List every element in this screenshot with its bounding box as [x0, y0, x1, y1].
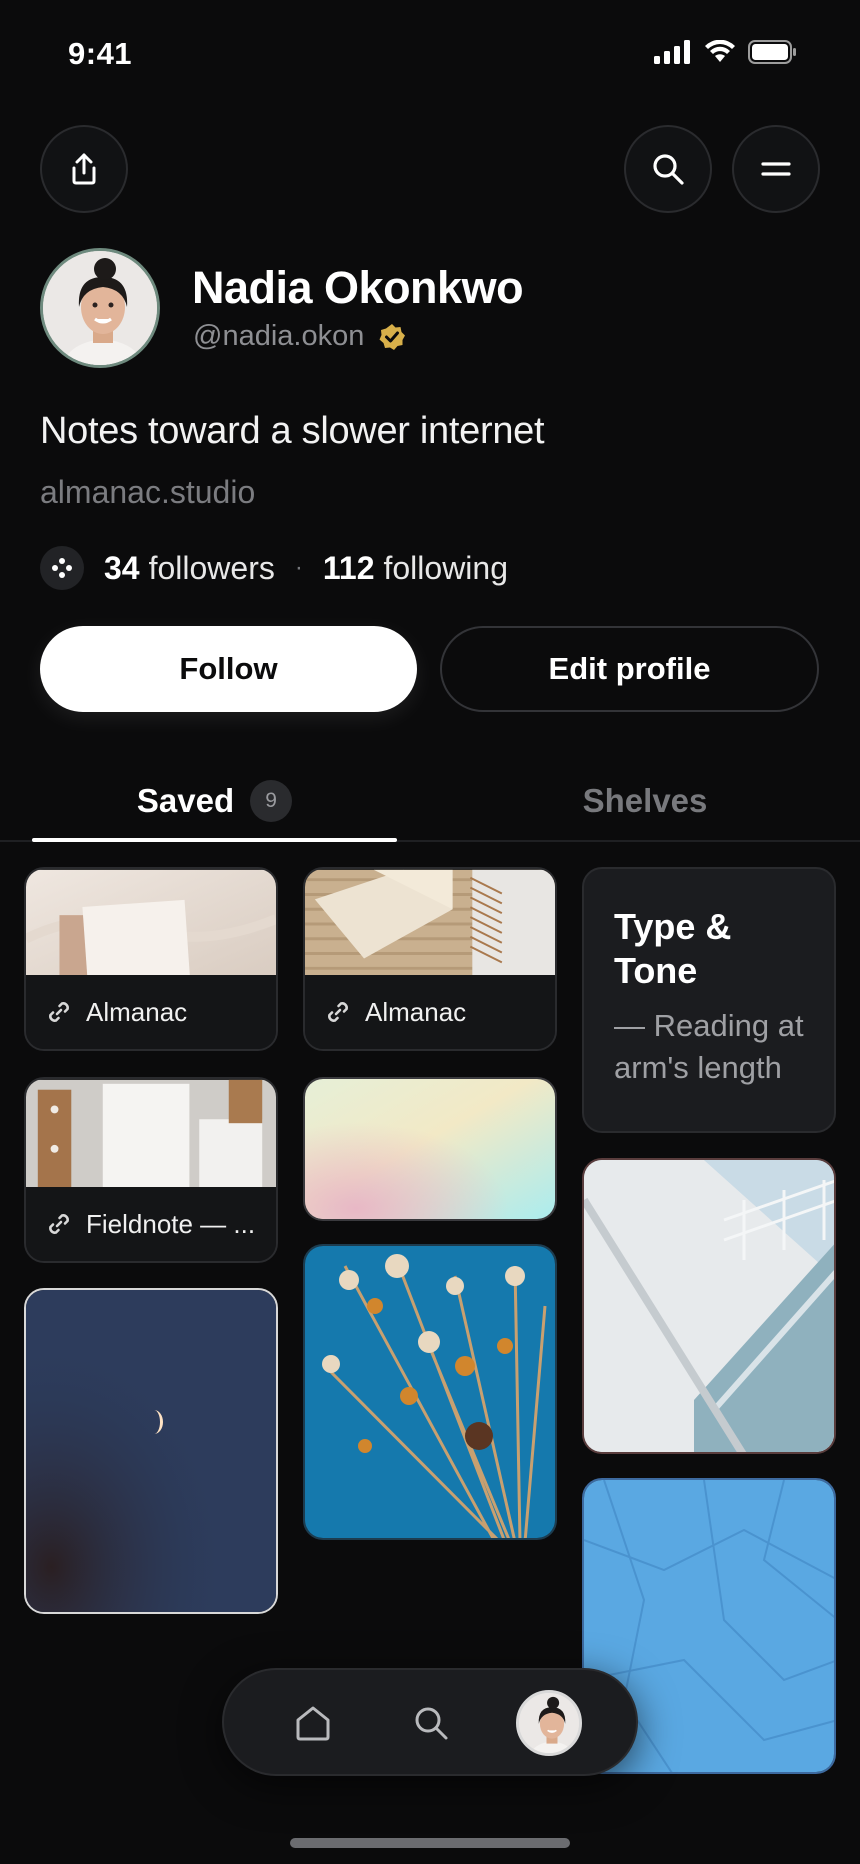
card-footer: Almanac [26, 975, 276, 1049]
link-card-title: Almanac [86, 996, 188, 1027]
note-title-line: Tone [614, 950, 698, 991]
dried-flowers-image [305, 1246, 555, 1538]
search-icon [653, 154, 684, 185]
followers-count: 34 [104, 549, 140, 586]
followers-label: followers [148, 549, 275, 586]
moon-photo-image [26, 1290, 276, 1612]
saved-image-card[interactable] [303, 1244, 557, 1540]
status-icons [654, 40, 798, 64]
search-icon [415, 1707, 448, 1740]
saved-image-card[interactable] [24, 1288, 278, 1614]
tab-saved-label: Saved [136, 782, 235, 819]
nav-profile-avatar[interactable] [516, 1690, 582, 1756]
status-bar: 9:41 [0, 0, 860, 110]
status-time: 9:41 [68, 36, 133, 71]
link-card-title: Almanac [365, 996, 467, 1027]
verified-badge-icon [379, 323, 406, 350]
avatar-portrait [519, 1693, 579, 1753]
share-button[interactable] [40, 125, 128, 213]
card-thumbnail-image [26, 1079, 276, 1191]
following-link[interactable]: 112 following [323, 550, 508, 587]
link-card-title: Fieldnote — ... [86, 1208, 256, 1239]
profile-handle: @nadia.okon [193, 320, 365, 352]
saved-image-card[interactable] [582, 1158, 836, 1454]
tab-saved-count-badge: 9 [250, 780, 293, 822]
profile-tabs: Saved 9 Shelves [0, 760, 860, 842]
follow-button[interactable]: Follow [40, 626, 417, 712]
bottom-nav-bar [222, 1668, 638, 1776]
menu-button[interactable] [732, 125, 820, 213]
saved-link-card[interactable]: Fieldnote — ... [24, 1077, 278, 1263]
wifi-icon [705, 40, 735, 62]
avatar-portrait [43, 251, 157, 365]
link-icon [49, 1214, 69, 1234]
following-label: following [383, 549, 508, 586]
edit-profile-button[interactable]: Edit profile [440, 626, 819, 712]
menu-icon [761, 162, 791, 176]
card-thumbnail-image [26, 869, 276, 986]
battery-icon [748, 40, 796, 64]
tab-shelves[interactable]: Shelves [480, 760, 810, 842]
profile-website-link[interactable]: almanac.studio [40, 474, 255, 511]
saved-note-card[interactable]: Type & Tone — Reading at arm's length [582, 867, 836, 1133]
stats-separator: · [294, 554, 303, 581]
card-footer: Almanac [305, 975, 555, 1049]
profile-bio: Notes toward a slower internet [40, 410, 545, 452]
nav-home-button[interactable] [288, 1698, 338, 1748]
handle-row: @nadia.okon [193, 320, 406, 353]
active-tab-indicator [32, 838, 397, 842]
cellular-signal-icon [654, 40, 690, 64]
followers-link[interactable]: 34 followers [104, 550, 275, 587]
note-title-line: Type & [614, 906, 732, 947]
note-title: Type & Tone [614, 905, 731, 993]
gradient-image [305, 1079, 555, 1219]
saved-link-card[interactable]: Almanac [303, 867, 557, 1051]
stats-row: 34 followers · 112 following [40, 546, 508, 590]
profile-avatar[interactable] [40, 248, 160, 368]
saved-image-card[interactable] [303, 1077, 557, 1221]
saved-link-card[interactable]: Almanac [24, 867, 278, 1051]
card-thumbnail-image [305, 869, 555, 979]
link-icon [328, 1002, 348, 1022]
architecture-image [584, 1160, 834, 1452]
link-icon [49, 1002, 69, 1022]
home-icon [296, 1706, 330, 1741]
following-count: 112 [322, 549, 375, 586]
home-indicator[interactable] [290, 1838, 570, 1848]
note-body: — Reading at arm's length [614, 1008, 804, 1085]
profile-name: Nadia Okonkwo [192, 262, 524, 313]
search-button[interactable] [624, 125, 712, 213]
share-icon [72, 153, 96, 185]
nav-search-button[interactable] [406, 1698, 456, 1748]
mutuals-icon [40, 546, 84, 590]
tab-saved[interactable]: Saved 9 [32, 760, 397, 842]
card-footer: Fieldnote — ... [26, 1187, 276, 1261]
